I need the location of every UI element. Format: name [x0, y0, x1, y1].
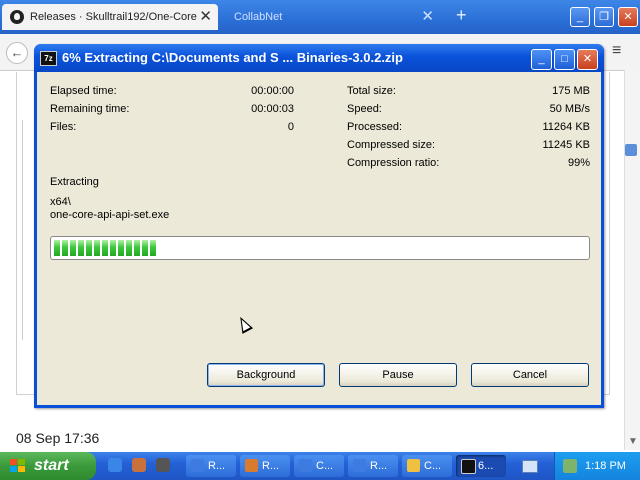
task-icon [245, 459, 258, 472]
extract-dialog: 7z 6% Extracting C:\Documents and S ... … [34, 44, 604, 408]
files-label: Files: [50, 121, 77, 133]
task-label: C... [316, 460, 334, 472]
page-scrollbar[interactable] [624, 70, 640, 450]
compressed-size-value: 11245 KB [542, 139, 590, 151]
quicklaunch-ie-icon[interactable] [108, 458, 122, 472]
browser-minimize-button[interactable]: _ [570, 7, 590, 27]
compressed-size-label: Compressed size: [347, 139, 436, 151]
page-date: 08 Sep 17:36 [16, 430, 100, 446]
task-label: R... [208, 460, 226, 472]
tab-label: Releases · Skulltrail192/One-Core [30, 11, 197, 23]
dialog-title: 6% Extracting C:\Documents and S ... Bin… [62, 50, 403, 65]
github-icon [10, 10, 24, 24]
progress-segment [134, 240, 140, 256]
quicklaunch-app-icon[interactable] [156, 458, 170, 472]
progress-segment [78, 240, 84, 256]
back-button[interactable]: ← [6, 42, 28, 64]
progress-segment [126, 240, 132, 256]
progress-segment [102, 240, 108, 256]
page-divider [22, 120, 29, 340]
dialog-maximize-button[interactable]: □ [554, 49, 575, 70]
elapsed-time-value: 00:00:00 [251, 85, 294, 97]
progress-segment [54, 240, 60, 256]
task-label: C... [424, 460, 442, 472]
speed-label: Speed: [347, 103, 382, 115]
task-label: R... [370, 460, 388, 472]
tab-close-icon[interactable]: ✕ [421, 4, 434, 30]
progress-bar [50, 236, 590, 260]
progress-segment [142, 240, 148, 256]
remaining-time-label: Remaining time: [50, 103, 130, 115]
tab-close-icon[interactable]: ✕ [199, 4, 212, 30]
system-tray: 1:18 PM [554, 452, 640, 480]
progress-segment [150, 240, 156, 256]
compression-ratio-label: Compression ratio: [347, 157, 440, 169]
browser-titlebar: Releases · Skulltrail192/One-Core ✕ Coll… [0, 0, 640, 34]
menu-icon[interactable]: ≡ [612, 42, 621, 60]
browser-maximize-button[interactable]: ❐ [594, 7, 614, 27]
taskbar-item[interactable]: C... [402, 455, 452, 477]
windows-flag-icon [10, 459, 26, 473]
pause-button[interactable]: Pause [339, 363, 457, 387]
tab-releases[interactable]: Releases · Skulltrail192/One-Core ✕ [2, 4, 218, 30]
compression-ratio-value: 99% [567, 157, 590, 169]
dialog-close-button[interactable]: ✕ [577, 49, 598, 70]
task-icon [299, 459, 312, 472]
start-label: start [34, 457, 69, 474]
elapsed-time-label: Elapsed time: [50, 85, 117, 97]
taskbar-item[interactable]: R... [240, 455, 290, 477]
taskbar-item[interactable]: R... [186, 455, 236, 477]
task-icon [461, 459, 476, 474]
new-tab-icon[interactable]: + [456, 5, 467, 26]
tab-collabnet[interactable]: CollabNet ✕ [224, 4, 440, 30]
quicklaunch-media-icon[interactable] [132, 458, 146, 472]
task-icon [353, 459, 366, 472]
progress-segment [94, 240, 100, 256]
clock[interactable]: 1:18 PM [585, 452, 626, 480]
start-button[interactable]: start [0, 452, 96, 480]
extracting-label: Extracting [50, 176, 99, 188]
current-file: one-core-api-api-set.exe [50, 209, 170, 221]
task-label: R... [262, 460, 280, 472]
total-size-label: Total size: [347, 85, 396, 97]
processed-label: Processed: [347, 121, 403, 133]
processed-value: 11264 KB [542, 121, 590, 133]
dialog-minimize-button[interactable]: _ [531, 49, 552, 70]
progress-segment [86, 240, 92, 256]
background-button[interactable]: Background [207, 363, 325, 387]
taskbar-item-active[interactable]: 6... [456, 455, 506, 477]
files-value: 0 [287, 121, 294, 133]
7zip-icon: 7z [40, 51, 57, 66]
progress-fill [54, 240, 158, 256]
task-icon [407, 459, 420, 472]
sidebar-icon[interactable] [625, 144, 637, 156]
task-label: 6... [478, 460, 494, 472]
dialog-body: Elapsed time: 00:00:00 Remaining time: 0… [37, 72, 601, 405]
total-size-value: 175 MB [552, 85, 590, 97]
taskbar-item[interactable]: R... [348, 455, 398, 477]
speed-value: 50 MB/s [549, 103, 590, 115]
tab-label: CollabNet [234, 11, 283, 23]
network-icon[interactable] [563, 459, 577, 473]
current-path: x64\ [50, 196, 71, 208]
progress-segment [70, 240, 76, 256]
progress-segment [110, 240, 116, 256]
dialog-titlebar[interactable]: 7z 6% Extracting C:\Documents and S ... … [34, 44, 604, 72]
progress-segment [62, 240, 68, 256]
remaining-time-value: 00:00:03 [251, 103, 294, 115]
browser-close-button[interactable]: ✕ [618, 7, 638, 27]
taskbar: start R... R... C... R... C... 6... 1:18… [0, 452, 640, 480]
cancel-button[interactable]: Cancel [471, 363, 589, 387]
task-icon [191, 459, 204, 472]
keyboard-icon[interactable] [522, 460, 538, 473]
scroll-down-icon[interactable]: ▼ [628, 436, 638, 447]
taskbar-item[interactable]: C... [294, 455, 344, 477]
progress-segment [118, 240, 124, 256]
